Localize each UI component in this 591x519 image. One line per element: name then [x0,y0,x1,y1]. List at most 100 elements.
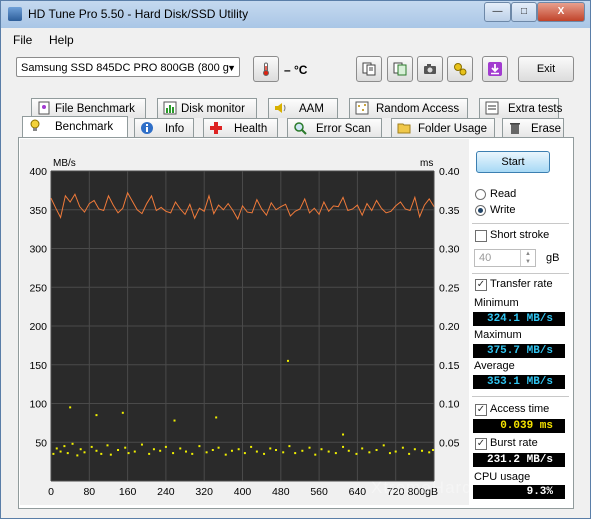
tab-folder-usage[interactable]: Folder Usage [391,118,495,138]
y-tick-left: 350 [29,205,47,217]
burst-rate-checkbox[interactable]: ✓ [475,438,487,450]
short-stroke-input[interactable]: 40 ▲ ▼ [474,249,536,267]
average-label: Average [474,360,515,372]
divider [472,396,569,397]
start-button[interactable]: Start [476,151,550,173]
drive-select[interactable]: Samsung SSD 845DC PRO 800GB (800 g ▼ [16,57,240,77]
access-time-point [133,450,136,453]
access-time-point [382,444,385,447]
access-time-point [191,452,194,455]
exit-button[interactable]: Exit [518,56,574,82]
y-tick-left: 100 [29,399,47,411]
window-title: HD Tune Pro 5.50 - Hard Disk/SSD Utility [28,7,249,21]
health-icon [210,122,222,134]
access-time-point [52,452,55,455]
access-time-point [211,449,214,451]
access-time-point [342,445,345,448]
access-time-point [327,450,330,453]
short-stroke-unit: gB [546,252,560,264]
access-time-point [63,445,66,448]
access-time-point [79,448,82,451]
access-time-point [294,452,297,455]
bulb-icon [30,119,40,131]
access-time-point [179,447,182,450]
y-tick-right: 0.25 [439,282,460,294]
write-radio[interactable] [475,205,486,216]
access-time-point [198,445,201,448]
access-time-point [275,449,278,451]
minimum-label: Minimum [474,297,519,309]
short-stroke-label: Short stroke [490,229,550,241]
access-time-point [217,446,220,449]
random-access-icon [355,101,369,115]
access-time-point [83,451,86,454]
access-time-value: 0.039 ms [473,419,565,433]
access-time-point [342,433,345,436]
save-button[interactable] [482,56,508,82]
access-time-point [106,444,109,447]
access-time-point [432,449,435,451]
access-time-point [95,414,98,417]
y-tick-right: 0.40 [439,166,460,178]
menu-bar: File Help [1,30,590,50]
x-tick: 240 [157,486,175,498]
y-tick-left: 200 [29,321,47,333]
y-tick-right: 0.20 [439,321,460,333]
read-radio[interactable] [475,189,486,200]
access-time-point [152,448,155,451]
access-time-point [117,449,120,451]
download-icon [488,62,502,76]
extra-tests-icon [485,101,499,115]
y-tick-left: 250 [29,282,47,294]
access-time-point [90,445,93,448]
main-window: HD Tune Pro 5.50 - Hard Disk/SSD Utility… [0,0,591,519]
screenshot-button[interactable] [417,56,443,82]
menu-file[interactable]: File [13,33,32,47]
tab-aam[interactable]: AAM [268,98,338,118]
tab-disk-monitor[interactable]: Disk monitor [157,98,257,118]
close-button[interactable]: X [537,2,585,22]
access-time-point [301,449,304,452]
access-time-checkbox[interactable]: ✓ [475,404,487,416]
access-time-point [388,452,391,455]
access-time-point [368,451,371,454]
magnifier-icon [294,122,307,135]
tab-error-scan[interactable]: Error Scan [287,118,382,138]
access-time-point [250,445,253,448]
menu-help[interactable]: Help [49,33,74,47]
y-tick-left: 50 [35,437,47,449]
tab-erase[interactable]: Erase [502,118,564,138]
toolbar: Samsung SSD 845DC PRO 800GB (800 g ▼ – °… [1,50,590,90]
thermometer-icon [263,62,269,76]
divider [472,273,569,274]
access-time-point [361,447,364,450]
minimize-button[interactable]: — [484,2,511,22]
options-button[interactable] [447,56,473,82]
y-tick-right: 0.30 [439,244,460,256]
access-time-point [205,451,208,454]
temperature-button[interactable] [253,56,279,82]
options-icon [454,63,467,76]
tab-random-access[interactable]: Random Access [349,98,468,118]
spin-arrows-icon[interactable]: ▲ ▼ [520,250,535,266]
tab-info[interactable]: Info [134,118,194,138]
access-time-point [401,446,404,449]
access-time-point [320,448,323,451]
tab-health[interactable]: Health [203,118,278,138]
transfer-rate-checkbox[interactable]: ✓ [475,279,487,291]
maximum-label: Maximum [474,329,522,341]
access-time-point [269,447,272,450]
copy-info-button[interactable] [387,56,413,82]
maximize-button[interactable]: □ [511,2,537,22]
tab-file-benchmark[interactable]: File Benchmark [31,98,146,118]
disk-monitor-icon [163,101,177,115]
access-time-point [172,452,175,455]
title-bar: HD Tune Pro 5.50 - Hard Disk/SSD Utility… [1,1,590,28]
folder-icon [397,123,411,134]
tab-benchmark[interactable]: Benchmark [22,116,128,138]
tab-extra-tests[interactable]: Extra tests [479,98,562,118]
copy-text-button[interactable] [356,56,382,82]
write-label: Write [490,204,516,216]
access-time-point [394,450,397,453]
short-stroke-checkbox[interactable] [475,230,487,242]
